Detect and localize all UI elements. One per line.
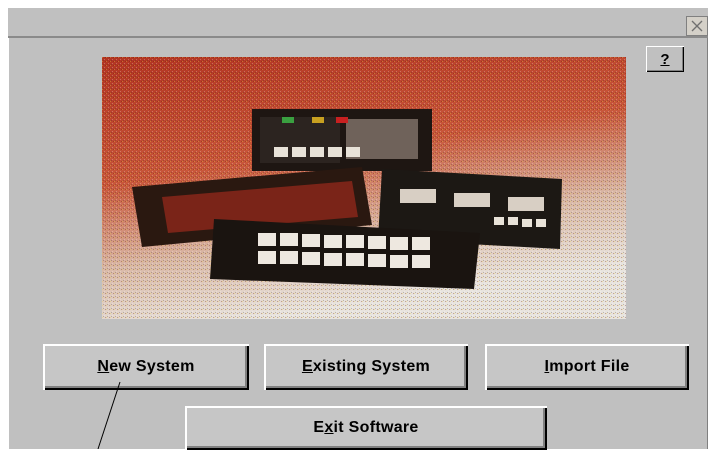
- new-system-label: ew System: [109, 358, 195, 375]
- product-photo: [102, 57, 626, 319]
- exit-software-button[interactable]: Ex it Software: [185, 406, 547, 450]
- new-system-button[interactable]: New System: [43, 344, 249, 390]
- import-file-button[interactable]: Import File: [485, 344, 689, 390]
- title-bar: [8, 8, 708, 38]
- product-photo-image: [102, 57, 626, 319]
- exit-software-label: it Software: [333, 419, 419, 436]
- import-file-label: mport File: [549, 358, 630, 375]
- new-system-mnemonic: N: [97, 358, 110, 375]
- help-button[interactable]: ?: [646, 46, 684, 72]
- exit-software-mnemonic: x: [324, 419, 334, 436]
- exit-software-label-pre: E: [313, 419, 325, 436]
- help-label: ?: [660, 50, 670, 68]
- existing-system-button[interactable]: Existing System: [264, 344, 468, 390]
- existing-system-mnemonic: E: [301, 358, 313, 375]
- dialog-window: ? N ew System E xisting System I mport F…: [8, 8, 708, 450]
- close-button[interactable]: [686, 16, 708, 36]
- close-icon: [691, 20, 703, 32]
- existing-system-label: xisting System: [312, 358, 431, 375]
